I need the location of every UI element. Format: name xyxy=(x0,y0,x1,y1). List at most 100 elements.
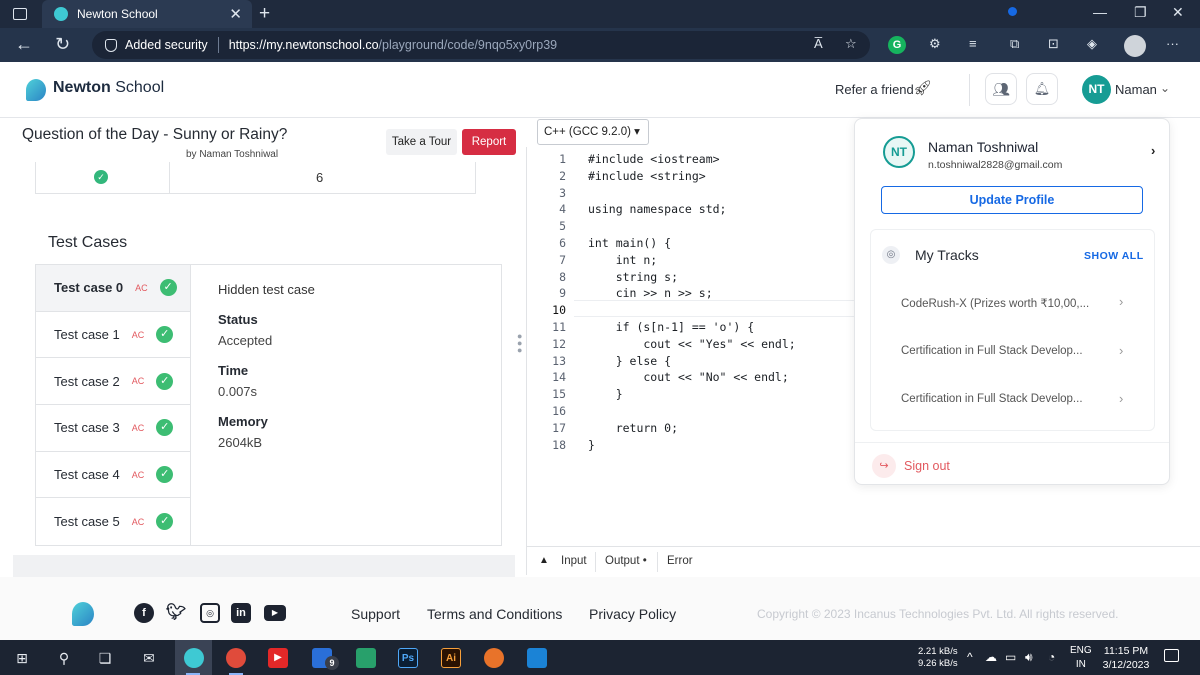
footer-support-link[interactable]: Support xyxy=(351,606,400,622)
window-close-icon[interactable]: ✕ xyxy=(1172,4,1184,21)
grammarly-icon[interactable]: G xyxy=(888,36,906,54)
chevron-down-icon[interactable]: ⌄ xyxy=(1160,81,1170,95)
pane-drag-handle-icon[interactable]: ● ● ● xyxy=(517,332,522,355)
twitter-icon[interactable]: 🐦︎ xyxy=(166,603,186,623)
profile-avatar[interactable]: NT xyxy=(883,136,915,168)
code-line[interactable]: 2 #include <string> xyxy=(540,168,796,185)
clock[interactable]: 11:15 PM 3/12/2023 xyxy=(1100,644,1152,672)
refer-friend-link[interactable]: Refer a friend xyxy=(835,82,914,97)
matlab-icon[interactable] xyxy=(484,648,504,668)
code-line[interactable]: 3 xyxy=(540,185,796,202)
linkedin-icon[interactable]: in xyxy=(231,603,251,623)
test-case-item[interactable]: Test case 1 AC ✓ xyxy=(36,312,190,359)
read-aloud-icon[interactable]: A̅ xyxy=(814,36,823,51)
back-arrow-icon[interactable]: ← xyxy=(15,34,33,55)
code-line[interactable]: 5 xyxy=(540,218,796,235)
instagram-icon[interactable]: ◎ xyxy=(200,603,220,623)
tray-chevron-up-icon[interactable]: ^ xyxy=(967,650,973,664)
new-tab-button[interactable]: + xyxy=(259,3,270,25)
language-select[interactable]: C++ (GCC 9.2.0) ▾ xyxy=(537,119,649,145)
test-case-item[interactable]: Test case 2 AC ✓ xyxy=(36,358,190,406)
more-menu-icon[interactable]: ··· xyxy=(1166,36,1179,51)
edge-browser-icon[interactable] xyxy=(184,648,204,668)
user-avatar[interactable]: NT xyxy=(1082,75,1111,104)
volume-icon[interactable]: 🔊︎ xyxy=(1025,650,1033,665)
user-menu-name[interactable]: Naman xyxy=(1115,82,1157,97)
language-indicator[interactable]: ENG IN xyxy=(1070,644,1092,672)
footer-terms-link[interactable]: Terms and Conditions xyxy=(427,606,562,622)
chevron-right-icon[interactable]: › xyxy=(1151,143,1155,158)
code-line[interactable]: 12 cout << "Yes" << endl; xyxy=(540,336,796,353)
people-icon[interactable]: 👥︎ xyxy=(985,73,1017,105)
code-line[interactable]: 13 } else { xyxy=(540,353,796,370)
url-field[interactable]: Added security https://my.newtonschool.c… xyxy=(92,31,870,59)
code-line[interactable]: 8 string s; xyxy=(540,269,796,286)
battery-icon[interactable]: ▭ xyxy=(1005,650,1016,664)
newton-logo-icon[interactable] xyxy=(26,79,46,101)
profile-name[interactable]: Naman Toshniwal xyxy=(928,139,1038,155)
track-item[interactable]: Certification in Full Stack Develop... xyxy=(901,345,1121,357)
minimize-icon[interactable]: — xyxy=(1093,4,1107,20)
illustrator-icon[interactable]: Ai xyxy=(441,648,461,668)
tray-cloud-icon[interactable]: ☁ xyxy=(985,650,997,664)
wifi-icon[interactable]: ◔ xyxy=(1048,650,1055,664)
extensions-icon[interactable]: ⚙ xyxy=(929,36,941,52)
browser-profile-avatar[interactable] xyxy=(1124,35,1146,57)
show-all-link[interactable]: SHOW ALL xyxy=(1084,250,1144,262)
test-case-item[interactable]: Test case 3 AC ✓ xyxy=(36,405,190,452)
code-line[interactable]: 14 cout << "No" << endl; xyxy=(540,369,796,386)
sign-out-link[interactable]: Sign out xyxy=(904,459,950,473)
chevron-up-icon[interactable]: ▲ xyxy=(539,555,549,566)
tab-close-icon[interactable]: ✕ xyxy=(229,5,242,23)
code-line[interactable]: 11 if (s[n-1] == 'o') { xyxy=(540,319,796,336)
brand-logo-text[interactable]: Newton School xyxy=(53,79,164,97)
rocket-icon[interactable]: 🚀︎ xyxy=(913,79,932,97)
refresh-icon[interactable]: ↻ xyxy=(55,34,70,55)
screenshot-icon[interactable]: ⊡ xyxy=(1048,36,1059,52)
sheets-app-icon[interactable] xyxy=(356,648,376,668)
tab-error[interactable]: Error xyxy=(667,555,693,567)
track-item[interactable]: CodeRush-X (Prizes worth ₹10,00,... xyxy=(901,296,1121,310)
report-button[interactable]: Report xyxy=(462,129,516,155)
test-case-item[interactable]: Test case 4 AC ✓ xyxy=(36,452,190,499)
code-editor[interactable]: 1 #include <iostream> 2 #include <string> 3 4… xyxy=(540,151,796,453)
shopping-icon[interactable]: ◈ xyxy=(1087,36,1097,52)
code-line[interactable]: 7 int n; xyxy=(540,252,796,269)
tab-actions-icon[interactable] xyxy=(13,8,27,20)
restore-icon[interactable]: ❐ xyxy=(1134,4,1147,21)
update-profile-button[interactable]: Update Profile xyxy=(881,186,1143,214)
mail-icon[interactable]: ✉ xyxy=(139,649,159,667)
youtube-app-icon[interactable]: ▶ xyxy=(268,648,288,668)
code-line[interactable]: 4 using namespace std; xyxy=(540,201,796,218)
panel-scroll-track[interactable] xyxy=(13,555,515,577)
test-case-item[interactable]: Test case 5 AC ✓ xyxy=(36,498,190,545)
search-icon[interactable]: ⚲ xyxy=(54,649,74,667)
chevron-right-icon[interactable]: › xyxy=(1119,294,1123,309)
bell-icon[interactable]: 🔔︎ xyxy=(1026,73,1058,105)
chevron-right-icon[interactable]: › xyxy=(1119,343,1123,358)
youtube-icon[interactable]: ▶ xyxy=(264,605,286,621)
collections-icon[interactable]: ⧉ xyxy=(1010,36,1019,52)
vscode-icon[interactable] xyxy=(527,648,547,668)
favorite-star-icon[interactable]: ☆ xyxy=(845,36,857,52)
footer-privacy-link[interactable]: Privacy Policy xyxy=(589,606,676,622)
browser-tab[interactable]: Newton School ✕ xyxy=(42,0,252,28)
code-line[interactable]: 1 #include <iostream> xyxy=(540,151,796,168)
favorites-list-icon[interactable]: ≡ xyxy=(969,36,977,51)
chevron-right-icon[interactable]: › xyxy=(1119,391,1123,406)
code-line[interactable]: 16 xyxy=(540,403,796,420)
security-label[interactable]: Added security xyxy=(125,38,208,52)
footer-logo-icon[interactable] xyxy=(72,602,94,626)
chrome-icon[interactable] xyxy=(226,648,246,668)
sign-out-icon[interactable]: ↪ xyxy=(872,454,896,478)
photoshop-icon[interactable]: Ps xyxy=(398,648,418,668)
tab-output[interactable]: Output • xyxy=(605,555,647,567)
take-tour-button[interactable]: Take a Tour xyxy=(386,129,457,155)
track-item[interactable]: Certification in Full Stack Develop... xyxy=(901,393,1121,405)
notification-center-icon[interactable] xyxy=(1164,649,1179,662)
windows-start-icon[interactable]: ⊞ xyxy=(12,649,32,667)
test-case-item[interactable]: Test case 0 AC ✓ xyxy=(36,265,190,312)
tab-input[interactable]: Input xyxy=(561,555,587,567)
code-line[interactable]: 10 xyxy=(540,302,796,319)
shield-icon[interactable] xyxy=(105,38,117,52)
